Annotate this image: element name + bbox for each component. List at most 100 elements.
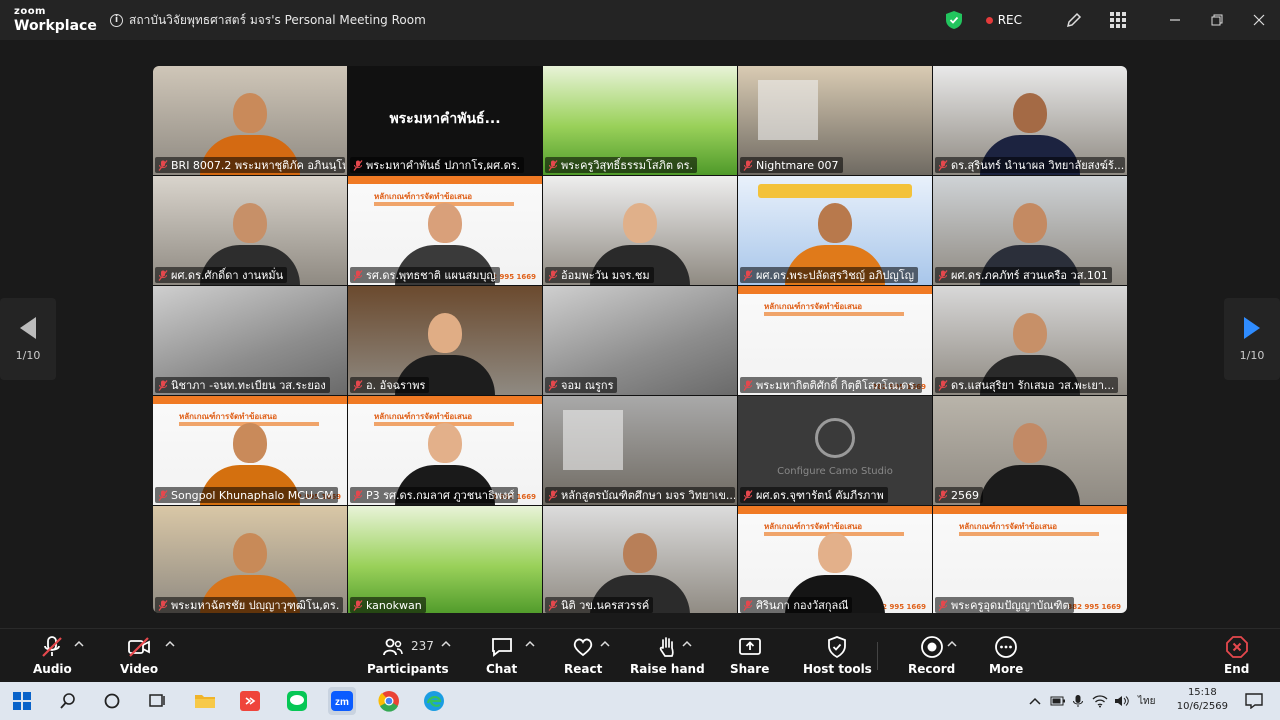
react-options-caret-icon[interactable] — [600, 639, 610, 649]
mic-muted-icon — [938, 159, 948, 171]
annotate-button[interactable] — [1052, 0, 1096, 40]
mic-muted-icon — [353, 489, 363, 501]
chat-options-caret-icon[interactable] — [525, 639, 535, 649]
search-button[interactable] — [54, 687, 82, 715]
zoom-app-button[interactable]: zm — [328, 687, 356, 715]
participant-tile[interactable]: ดร.แสนสุริยา รักเสมอ วส.พะเยา... — [933, 286, 1127, 395]
audio-options-caret-icon[interactable] — [74, 639, 84, 649]
participant-tile[interactable]: หลักสูตรบัณฑิตศึกษา มจร วิทยาเข... — [543, 396, 737, 505]
participant-name: BRI 8007.2 พระมหาชุติภัค อภินนฺโท — [171, 159, 345, 172]
video-button[interactable]: Video — [120, 635, 158, 676]
tray-chevron-icon[interactable] — [1028, 696, 1042, 706]
participant-tile[interactable]: อ้อมพะวัน มจร.ชม — [543, 176, 737, 285]
record-options-caret-icon[interactable] — [947, 639, 957, 649]
participant-tile[interactable]: หลักเกณฑ์การจัดทำข้อเสนอ 382 995 1669 ศิริ… — [738, 506, 932, 613]
info-icon[interactable]: i — [110, 13, 123, 27]
end-button[interactable]: End — [1224, 635, 1249, 676]
participants-count: 237 — [411, 639, 434, 653]
mic-muted-icon — [158, 489, 168, 501]
raise-hand-options-caret-icon[interactable] — [682, 639, 692, 649]
participant-name-tag: พระมหาคำพันธ์ ปภากโร,ผศ.ดร. — [350, 157, 525, 173]
participant-tile[interactable]: ดร.สุรินทร์ นำนาผล วิทยาลัยสงฆ์ร้... — [933, 66, 1127, 175]
meeting-info[interactable]: i สถาบันวิจัยพุทธศาสตร์ มจร's Personal M… — [110, 11, 426, 30]
microphone-tray-icon[interactable] — [1072, 694, 1084, 708]
participant-tile[interactable]: หลักเกณฑ์การจัดทำข้อเสนอ382 995 1669Song… — [153, 396, 347, 505]
close-icon — [1253, 14, 1265, 26]
participant-tile[interactable]: หลักเกณฑ์การจัดทำข้อเสนอ382 995 1669พระม… — [738, 286, 932, 395]
participant-tile[interactable]: หลักเกณฑ์การจัดทำข้อเสนอ382 995 1669P3 ร… — [348, 396, 542, 505]
participant-name: ผศ.ดร.พระปลัดสุรวิชญ์ อภิปญโญ — [756, 269, 915, 282]
participant-name: จอม ณรูกร — [561, 379, 614, 392]
clock-date: 10/6/2569 — [1176, 701, 1228, 712]
taskbar-clock[interactable]: 15:18 10/6/2569 — [1177, 686, 1228, 714]
participants-options-caret-icon[interactable] — [441, 639, 451, 649]
participant-name: อ. อัจฉราพร — [366, 379, 426, 392]
participant-tile[interactable]: kanokwan — [348, 506, 542, 613]
participant-tile[interactable]: พระมหาคำพันธ์... พระมหาคำพันธ์ ปภากโร,ผศ.… — [348, 66, 542, 175]
participant-name: พระมหาคำพันธ์ ปภากโร,ผศ.ดร. — [366, 159, 521, 172]
participant-name-tag: ผศ.ดร.ศักดิ์ดา งานหมั่น — [155, 267, 288, 283]
participants-button[interactable]: Participants — [367, 635, 449, 676]
participant-tile[interactable]: นิติ วข.นครสวรรค์ — [543, 506, 737, 613]
recording-indicator[interactable]: REC — [985, 13, 1022, 27]
participant-tile[interactable]: BRI 8007.2 พระมหาชุติภัค อภินนฺโท — [153, 66, 347, 175]
notification-button[interactable] — [1240, 687, 1268, 715]
windows-start-button[interactable] — [8, 687, 36, 715]
security-shield-icon[interactable] — [945, 11, 962, 29]
toolbar-divider — [877, 642, 878, 670]
participant-tile[interactable]: Nightmare 007 — [738, 66, 932, 175]
participant-tile[interactable]: 2569 — [933, 396, 1127, 505]
mic-muted-icon — [42, 636, 63, 657]
minimize-button[interactable] — [1154, 0, 1196, 40]
participant-name: พระครูวิสุทธิ์ธรรมโสภิต ดร. — [561, 159, 694, 172]
participant-name-tag: พระครูอุดมปัญญาบัณฑิต — [935, 597, 1074, 613]
chrome-button[interactable] — [375, 687, 403, 715]
battery-icon[interactable] — [1050, 695, 1066, 707]
participant-name-tag: พระครูวิสุทธิ์ธรรมโสภิต ดร. — [545, 157, 698, 173]
task-view-button[interactable] — [143, 687, 171, 715]
raise-hand-button[interactable]: Raise hand — [630, 635, 705, 676]
meeting-title: สถาบันวิจัยพุทธศาสตร์ มจร's Personal Mee… — [129, 12, 426, 27]
volume-icon[interactable] — [1114, 694, 1130, 708]
chrome-icon — [378, 691, 399, 712]
input-language[interactable]: ไทย — [1138, 694, 1155, 709]
share-label: Share — [730, 662, 770, 676]
windows-taskbar: zm ไทย 15:18 10/6/2569 — [0, 682, 1280, 720]
edge-button[interactable] — [420, 687, 448, 715]
participant-tile[interactable]: ผศ.ดร.พระปลัดสุรวิชญ์ อภิปญโญ — [738, 176, 932, 285]
restore-button[interactable] — [1196, 0, 1238, 40]
rec-dot-icon — [985, 16, 993, 24]
mic-muted-icon — [353, 379, 363, 391]
mic-muted-icon — [938, 379, 948, 391]
line-app-button[interactable] — [283, 687, 311, 715]
participant-tile[interactable]: นิชาภา -จนท.ทะเบียน วส.ระยอง — [153, 286, 347, 395]
participant-tile[interactable]: หลักเกณฑ์การจัดทำข้อเสนอ 382 995 1669 รศ.ด… — [348, 176, 542, 285]
more-button[interactable]: More — [989, 635, 1023, 676]
anydesk-button[interactable] — [236, 687, 264, 715]
participant-name-tag: ดร.แสนสุริยา รักเสมอ วส.พะเยา... — [935, 377, 1119, 393]
file-explorer-button[interactable] — [191, 687, 219, 715]
cortana-button[interactable] — [98, 687, 126, 715]
video-options-caret-icon[interactable] — [165, 639, 175, 649]
participant-tile[interactable]: จอม ณรูกร — [543, 286, 737, 395]
participant-tile[interactable]: พระครูวิสุทธิ์ธรรมโสภิต ดร. — [543, 66, 737, 175]
prev-page-button[interactable]: 1/10 — [0, 298, 56, 380]
react-button[interactable]: React — [564, 635, 602, 676]
chat-button[interactable]: Chat — [486, 635, 517, 676]
share-button[interactable]: Share — [730, 635, 769, 676]
participant-name-tag: ศิรินภา กองวัสกุลณี — [740, 597, 853, 613]
participant-tile[interactable]: ผศ.ดร.ภคภัทร์ สวนเครือ วส.101 — [933, 176, 1127, 285]
wifi-icon[interactable] — [1092, 694, 1108, 708]
participant-tile[interactable]: อ. อัจฉราพร — [348, 286, 542, 395]
participant-tile[interactable]: หลักเกณฑ์การจัดทำข้อเสนอ 382 995 1669 พระค… — [933, 506, 1127, 613]
participant-tile[interactable]: พระมหาฉัตรชัย ปญฺญาวุฑฺฒิโน,ดร. — [153, 506, 347, 613]
participant-tile[interactable]: Configure Camo Studio ผศ.ดร.จุฑารัตน์ คัม… — [738, 396, 932, 505]
close-button[interactable] — [1238, 0, 1280, 40]
participant-tile[interactable]: ผศ.ดร.ศักดิ์ดา งานหมั่น — [153, 176, 347, 285]
next-page-button[interactable]: 1/10 — [1224, 298, 1280, 380]
svg-text:zm: zm — [335, 697, 349, 708]
participant-name-tag: ดร.สุรินทร์ นำนาผล วิทยาลัยสงฆ์ร้... — [935, 157, 1125, 173]
host-tools-button[interactable]: Host tools — [803, 635, 872, 676]
view-grid-button[interactable] — [1096, 0, 1140, 40]
audio-button[interactable]: Audio — [33, 635, 72, 676]
